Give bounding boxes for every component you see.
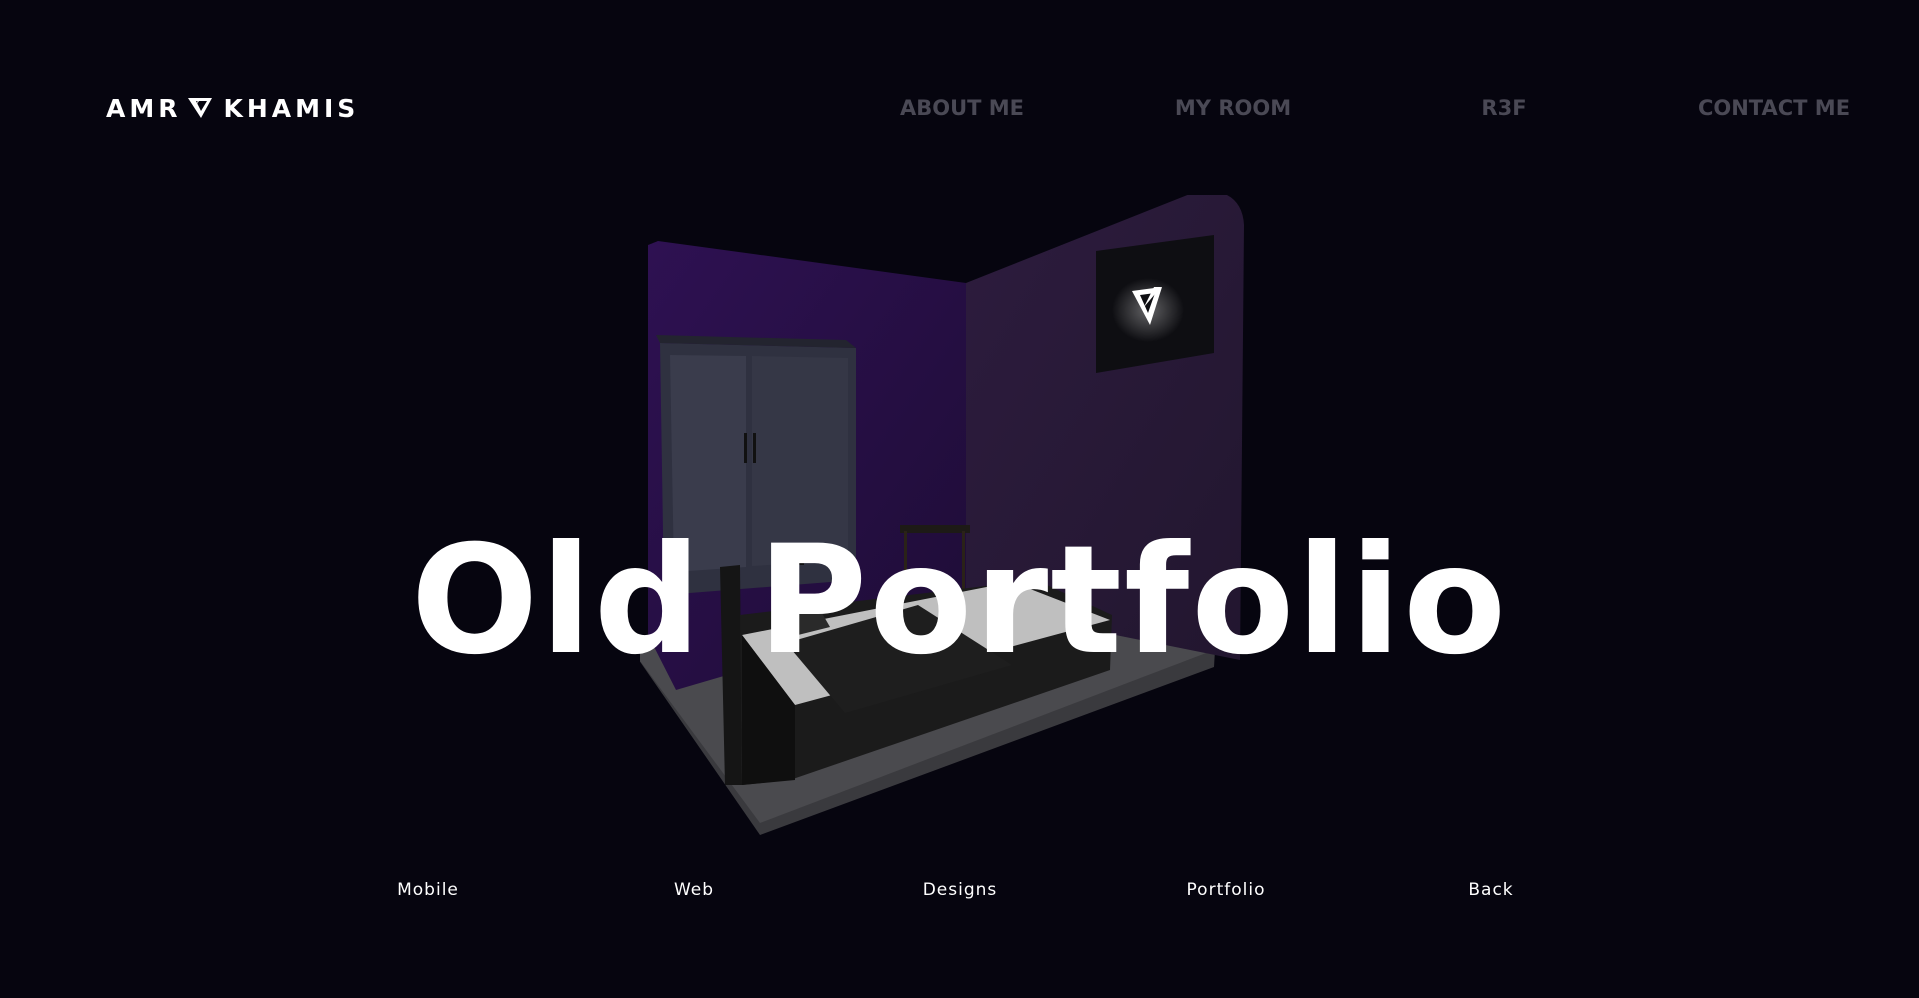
link-back[interactable]: Back bbox=[1468, 876, 1513, 904]
nav-my-room[interactable]: MY ROOM bbox=[1175, 92, 1291, 124]
link-designs[interactable]: Designs bbox=[923, 876, 998, 904]
hero-title: Old Portfolio bbox=[410, 513, 1509, 688]
nav-r3f[interactable]: R3F bbox=[1481, 92, 1526, 124]
link-mobile[interactable]: Mobile bbox=[397, 876, 459, 904]
nav-contact-me[interactable]: CONTACT ME bbox=[1698, 92, 1850, 124]
link-web[interactable]: Web bbox=[674, 876, 714, 904]
page: AMR KHAMIS ABOUT ME MY ROOM R3F CONTACT … bbox=[0, 0, 1919, 998]
main-nav: ABOUT ME MY ROOM R3F CONTACT ME bbox=[0, 92, 1919, 124]
nav-about-me[interactable]: ABOUT ME bbox=[900, 92, 1024, 124]
link-portfolio[interactable]: Portfolio bbox=[1187, 876, 1266, 904]
portfolio-links: Mobile Web Designs Portfolio Back bbox=[0, 876, 1919, 904]
